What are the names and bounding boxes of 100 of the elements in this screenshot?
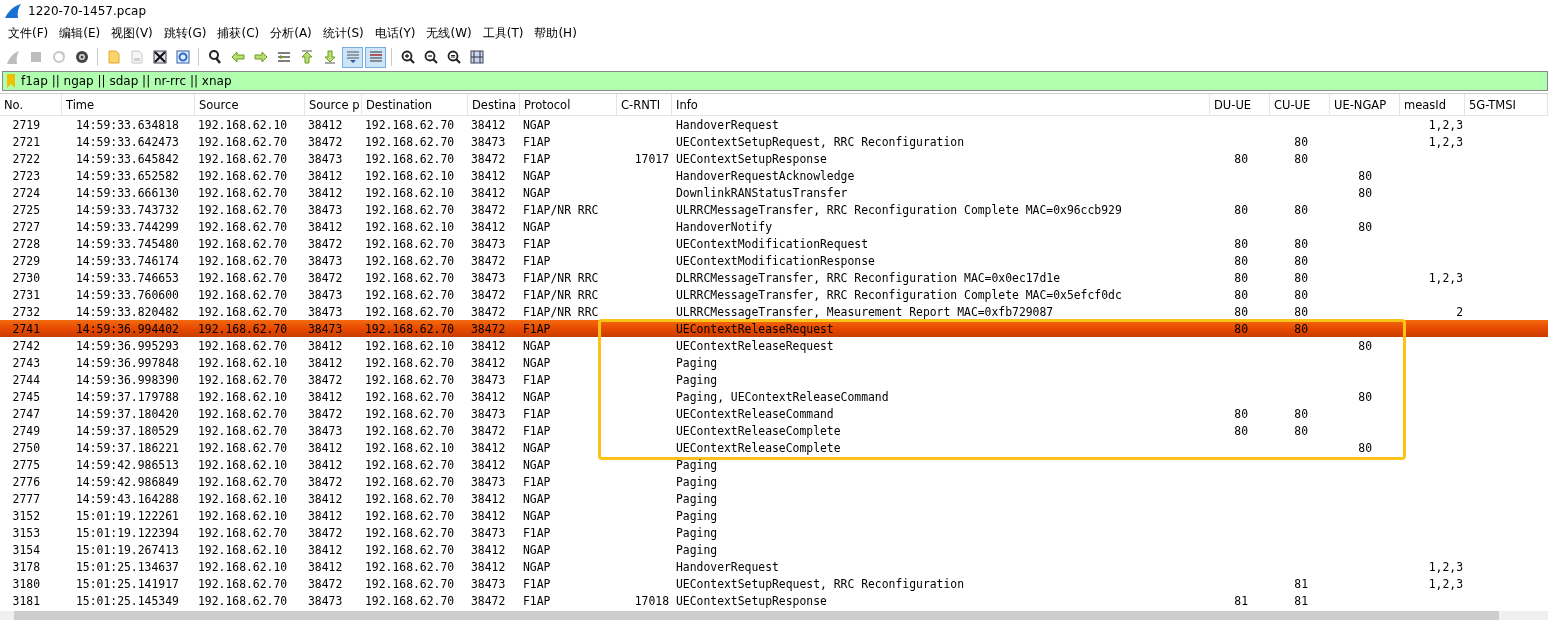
packet-row[interactable]: 2722 14:59:33.645842 192.168.62.70 38473 192.168.62.70 38472 F1AP 17017 UEContextSetupResponse 80 80: [0, 150, 1548, 167]
packet-row[interactable]: 2719 14:59:33.634818 192.168.62.10 38412 192.168.62.70 38412 NGAP HandoverRequest 1,2,3: [0, 116, 1548, 133]
packet-row[interactable]: 2777 14:59:43.164288 192.168.62.10 38412 192.168.62.70 38412 NGAP Paging: [0, 490, 1548, 507]
info-cell: UEContextReleaseComplete: [676, 423, 841, 438]
packet-row[interactable]: 2775 14:59:42.986513 192.168.62.10 38412 192.168.62.70 38412 NGAP Paging: [0, 456, 1548, 473]
source-cell: 192.168.62.70: [198, 304, 288, 319]
source-cell: 192.168.62.70: [198, 372, 288, 387]
source-cell: 192.168.62.70: [198, 287, 288, 302]
source-port-cell: 38412: [308, 168, 343, 183]
packet-row[interactable]: 3178 15:01:25.134637 192.168.62.10 38412 192.168.62.70 38412 NGAP HandoverRequest 1,2,3: [0, 558, 1548, 575]
menu-item[interactable]: 编辑(E): [54, 24, 106, 42]
cu-ue-cell: 80: [1294, 287, 1308, 302]
destination-cell: 192.168.62.10: [365, 185, 455, 200]
destination-cell: 192.168.62.70: [365, 576, 455, 591]
packet-row[interactable]: 2776 14:59:42.986849 192.168.62.70 38472 192.168.62.70 38473 F1AP Paging: [0, 473, 1548, 490]
time-cell: 14:59:37.186221: [76, 440, 179, 455]
column-header[interactable]: Time: [62, 94, 195, 115]
column-header[interactable]: measId: [1400, 94, 1465, 115]
destination-cell: 192.168.62.70: [365, 406, 455, 421]
packet-row[interactable]: 2742 14:59:36.995293 192.168.62.70 38412 192.168.62.10 38412 NGAP UEContextReleaseRequest 80: [0, 337, 1548, 354]
number-cell: 2741: [12, 321, 40, 336]
destination-cell: 192.168.62.70: [365, 593, 455, 608]
menu-item[interactable]: 分析(A): [265, 24, 317, 42]
column-header[interactable]: Source p: [305, 94, 362, 115]
column-header[interactable]: CU-UE: [1270, 94, 1330, 115]
destination-cell: 192.168.62.70: [365, 474, 455, 489]
protocol-cell: NGAP: [523, 117, 551, 132]
info-cell: UEContextSetupResponse: [676, 593, 827, 608]
packet-row[interactable]: 2721 14:59:33.642473 192.168.62.70 38472 192.168.62.70 38473 F1AP UEContextSetupRequest, RRC Reconfiguration 80 1,2,3: [0, 133, 1548, 150]
search-icon: [206, 49, 223, 65]
selected-packet-row[interactable]: 2741 14:59:36.994402 192.168.62.70 38473 192.168.62.70 38472 F1AP UEContextReleaseRequest 80 80: [0, 320, 1548, 337]
source-cell: 192.168.62.10: [198, 457, 288, 472]
horizontal-scrollbar[interactable]: [0, 611, 1548, 620]
menu-item[interactable]: 电话(Y): [369, 24, 421, 42]
source-cell: 192.168.62.10: [198, 117, 288, 132]
destination-cell: 192.168.62.70: [365, 321, 455, 336]
du-ue-cell: 80: [1234, 236, 1248, 251]
menu-item[interactable]: 文件(F): [3, 24, 54, 42]
packet-row[interactable]: 2729 14:59:33.746174 192.168.62.70 38473 192.168.62.70 38472 F1AP UEContextModificationResponse 80 80: [0, 252, 1548, 269]
packet-row[interactable]: 2745 14:59:37.179788 192.168.62.10 38412 192.168.62.70 38412 NGAP Paging, UEContextReleaseCommand 80: [0, 388, 1548, 405]
cu-ue-cell: 80: [1294, 134, 1308, 149]
protocol-cell: F1AP: [523, 236, 551, 251]
menu-item[interactable]: 跳转(G): [158, 24, 212, 42]
column-header[interactable]: Info: [672, 94, 1210, 115]
destination-port-cell: 38412: [471, 168, 506, 183]
destination-port-cell: 38412: [471, 185, 506, 200]
column-header[interactable]: DU-UE: [1210, 94, 1270, 115]
cu-ue-cell: 80: [1294, 151, 1308, 166]
packet-row[interactable]: 2744 14:59:36.998390 192.168.62.70 38472 192.168.62.70 38473 F1AP Paging: [0, 371, 1548, 388]
info-cell: HandoverRequest: [676, 559, 779, 574]
column-header[interactable]: Source: [195, 94, 305, 115]
source-cell: 192.168.62.70: [198, 134, 288, 149]
protocol-cell: F1AP: [523, 321, 551, 336]
number-cell: 2727: [12, 219, 40, 234]
packet-row[interactable]: 3153 15:01:19.122394 192.168.62.70 38472 192.168.62.70 38473 F1AP Paging: [0, 524, 1548, 541]
menu-item[interactable]: 视图(V): [106, 24, 158, 42]
packet-row[interactable]: 2750 14:59:37.186221 192.168.62.70 38412 192.168.62.10 38412 NGAP UEContextReleaseComplete 80: [0, 439, 1548, 456]
packet-row[interactable]: 2747 14:59:37.180420 192.168.62.70 38472 192.168.62.70 38473 F1AP UEContextReleaseCommand 80 80: [0, 405, 1548, 422]
packet-row[interactable]: 2731 14:59:33.760600 192.168.62.70 38473 192.168.62.70 38472 F1AP/NR RRC ULRRCMessageTransfer, RRC Reconfiguration Complete MAC=0x5efcf0dc 80 80: [0, 286, 1548, 303]
packet-row[interactable]: 2728 14:59:33.745480 192.168.62.70 38472 192.168.62.70 38473 F1AP UEContextModificationRequest 80 80: [0, 235, 1548, 252]
time-cell: 14:59:33.760600: [76, 287, 179, 302]
packet-row[interactable]: 2743 14:59:36.997848 192.168.62.10 38412 192.168.62.70 38412 NGAP Paging: [0, 354, 1548, 371]
colorize-button[interactable]: [365, 46, 386, 68]
packet-row[interactable]: 3180 15:01:25.141917 192.168.62.70 38472 192.168.62.70 38473 F1AP UEContextSetupRequest, RRC Reconfiguration 81 1,2,3: [0, 575, 1548, 592]
packet-row[interactable]: 2725 14:59:33.743732 192.168.62.70 38473 192.168.62.70 38472 F1AP/NR RRC ULRRCMessageTransfer, RRC Reconfiguration Complete MAC=0x96ccb929 80 80: [0, 201, 1548, 218]
packet-row[interactable]: 2749 14:59:37.180529 192.168.62.70 38473 192.168.62.70 38472 F1AP UEContextReleaseComplete 80 80: [0, 422, 1548, 439]
display-filter-field[interactable]: f1ap || ngap || sdap || nr-rrc || xnap: [2, 71, 1548, 91]
column-header[interactable]: C-RNTI: [617, 94, 672, 115]
time-cell: 14:59:33.744299: [76, 219, 179, 234]
menu-item[interactable]: 统计(S): [317, 24, 369, 42]
menu-item[interactable]: 无线(W): [421, 24, 477, 42]
time-cell: 15:01:19.122394: [76, 525, 179, 540]
cu-ue-cell: 80: [1294, 304, 1308, 319]
packet-row[interactable]: 3154 15:01:19.267413 192.168.62.10 38412 192.168.62.70 38412 NGAP Paging: [0, 541, 1548, 558]
menu-item[interactable]: 工具(T): [477, 24, 529, 42]
packet-row[interactable]: 2727 14:59:33.744299 192.168.62.70 38412 192.168.62.10 38412 NGAP HandoverNotify 80: [0, 218, 1548, 235]
column-header[interactable]: Protocol: [520, 94, 617, 115]
column-header[interactable]: No.: [0, 94, 62, 115]
time-cell: 14:59:42.986513: [76, 457, 179, 472]
autoscroll-button[interactable]: [342, 46, 363, 68]
column-header[interactable]: Destination: [362, 94, 468, 115]
column-header[interactable]: UE-NGAP: [1330, 94, 1400, 115]
packet-row[interactable]: 2724 14:59:33.666130 192.168.62.70 38412 192.168.62.10 38412 NGAP DownlinkRANStatusTransfer 80: [0, 184, 1548, 201]
packet-row[interactable]: 2732 14:59:33.820482 192.168.62.70 38473 192.168.62.70 38472 F1AP/NR RRC ULRRCMessageTransfer, Measurement Report MAC=0xfb729087 80 80 2: [0, 303, 1548, 320]
packet-row[interactable]: 3152 15:01:19.122261 192.168.62.10 38412 192.168.62.70 38412 NGAP Paging: [0, 507, 1548, 524]
source-cell: 192.168.62.70: [198, 525, 288, 540]
packet-row[interactable]: 2723 14:59:33.652582 192.168.62.70 38412 192.168.62.10 38412 NGAP HandoverRequestAcknowledge 80: [0, 167, 1548, 184]
zoom-in-icon: [399, 49, 416, 65]
window-title: 1220-70-1457.pcap: [28, 4, 146, 18]
info-cell: HandoverRequestAcknowledge: [676, 168, 855, 183]
source-cell: 192.168.62.70: [198, 168, 288, 183]
column-header[interactable]: Destina: [468, 94, 520, 115]
menu-item[interactable]: 帮助(H): [529, 24, 582, 42]
source-port-cell: 38412: [308, 117, 343, 132]
menu-item[interactable]: 捕获(C): [212, 24, 265, 42]
destination-cell: 192.168.62.70: [365, 525, 455, 540]
column-header[interactable]: 5G-TMSI: [1465, 94, 1548, 115]
info-cell: UEContextSetupResponse: [676, 151, 827, 166]
packet-row[interactable]: 3181 15:01:25.145349 192.168.62.70 38473 192.168.62.70 38472 F1AP 17018 UEContextSetupResponse 81 81: [0, 592, 1548, 609]
packet-row[interactable]: 2730 14:59:33.746653 192.168.62.70 38472 192.168.62.70 38473 F1AP/NR RRC DLRRCMessageTransfer, RRC Reconfiguration MAC=0x0ec17d1e 80 80 1,2,3: [0, 269, 1548, 286]
